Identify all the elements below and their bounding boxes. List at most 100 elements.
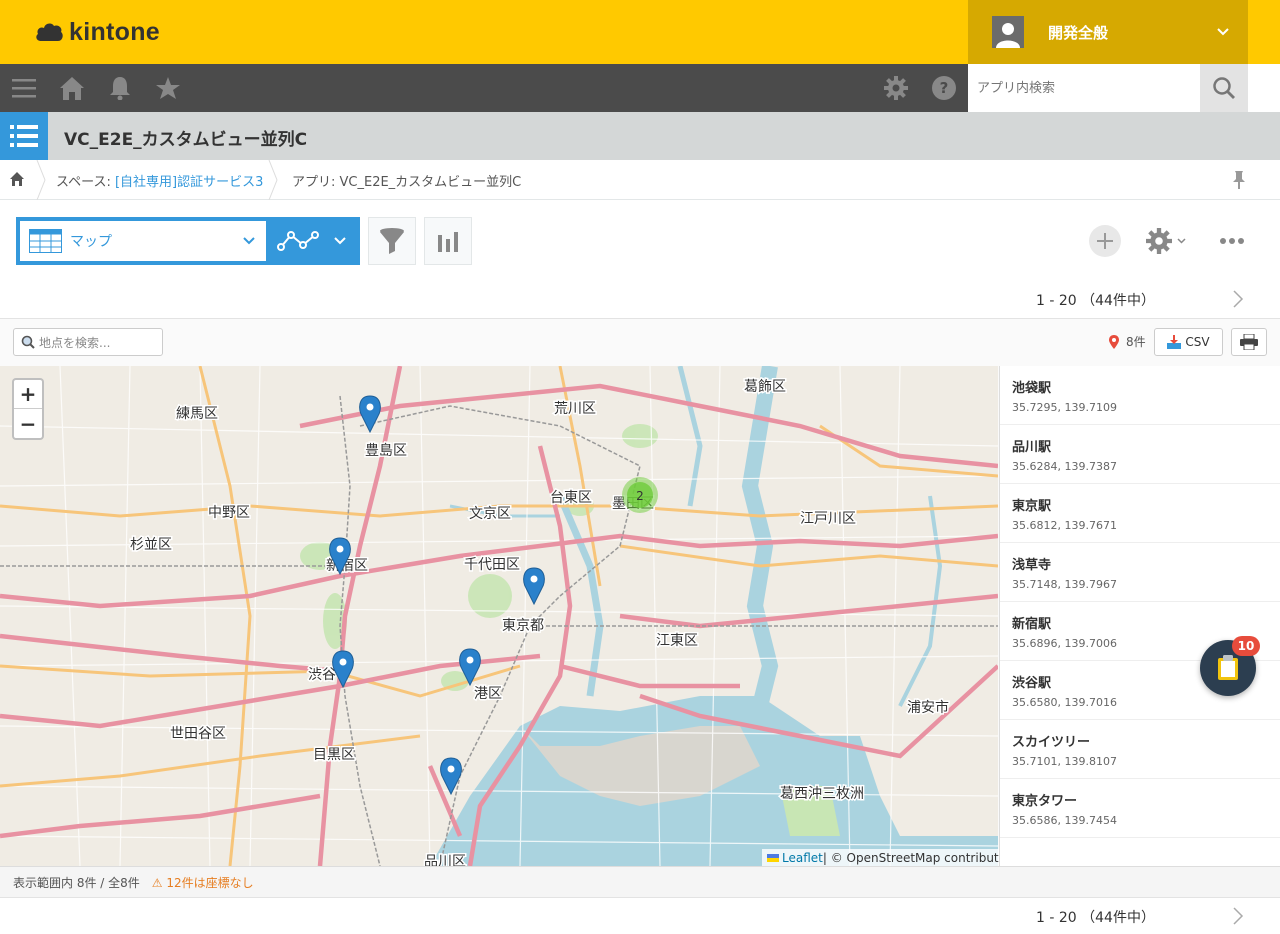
list-item[interactable]: 東京タワー 35.6586, 139.7454: [1000, 779, 1280, 838]
svg-text:?: ?: [940, 79, 949, 97]
download-icon: [1167, 335, 1182, 349]
location-name: 池袋駅: [1012, 381, 1052, 396]
list-item[interactable]: スカイツリー 35.7101, 139.8107: [1000, 720, 1280, 779]
kintone-logo[interactable]: kintone: [34, 17, 160, 47]
location-coord: 35.7148, 139.7967: [1012, 578, 1117, 591]
pin-icon[interactable]: [1232, 171, 1246, 189]
user-menu[interactable]: 開発全般: [968, 0, 1248, 64]
location-coord: 35.6896, 139.7006: [1012, 637, 1117, 650]
chevron-down-icon: [1177, 238, 1186, 244]
home-small-icon[interactable]: [10, 172, 24, 186]
cloud-icon: [36, 23, 63, 41]
csv-label: CSV: [1185, 335, 1210, 349]
zoom-control: + −: [12, 378, 44, 440]
location-name: 新宿駅: [1012, 617, 1052, 632]
map-canvas[interactable]: 練馬区 豊島区 荒川区 葛飾区 中野区 文京区 台東区 墨田区 杉並区 新宿区 …: [0, 366, 998, 866]
user-avatar-icon: [992, 16, 1024, 48]
list-item[interactable]: 浅草寺 35.7148, 139.7967: [1000, 543, 1280, 602]
map-label-shinagawa: 品川区: [424, 854, 466, 866]
location-name: スカイツリー: [1012, 735, 1091, 750]
leaflet-link[interactable]: Leaflet: [782, 851, 823, 865]
map-label-taito: 台東区: [550, 490, 592, 506]
no-coordinates-warning: ⚠ 12件は座標なし: [151, 875, 254, 890]
printer-icon: [1240, 334, 1258, 350]
location-coord: 35.6580, 139.7016: [1012, 696, 1117, 709]
location-name: 渋谷駅: [1012, 676, 1052, 691]
list-item[interactable]: 東京駅 35.6812, 139.7671: [1000, 484, 1280, 543]
marker-count-text: 8件: [1126, 335, 1146, 349]
breadcrumb-separator: [268, 160, 278, 200]
list-item[interactable]: 池袋駅 35.7295, 139.7109: [1000, 366, 1280, 425]
notification-badge: 10: [1232, 636, 1260, 656]
map-status-bar: 表示範囲内 8件 / 全8件 ⚠ 12件は座標なし: [0, 866, 1280, 897]
location-coord: 35.7101, 139.8107: [1012, 755, 1117, 768]
add-record-button[interactable]: [1089, 225, 1121, 257]
breadcrumb-space-link[interactable]: [自社専用]認証サービス3: [115, 175, 263, 190]
range-count-text: 表示範囲内 8件 / 全8件: [13, 875, 140, 890]
zoom-out-button[interactable]: −: [14, 409, 42, 438]
filter-icon: [380, 228, 404, 254]
view-select[interactable]: マップ: [20, 221, 266, 261]
cluster-marker[interactable]: 2: [622, 477, 658, 513]
home-icon[interactable]: [60, 76, 84, 100]
logo-text: kintone: [69, 17, 160, 46]
star-icon[interactable]: [156, 76, 180, 100]
plus-icon: [1097, 233, 1113, 249]
app-list-icon[interactable]: [0, 112, 48, 160]
map-label-minato: 港区: [474, 686, 502, 702]
zoom-in-button[interactable]: +: [14, 380, 42, 409]
print-button[interactable]: [1231, 328, 1267, 356]
map-label-koto: 江東区: [656, 633, 698, 649]
bell-icon[interactable]: [108, 76, 132, 100]
filter-button[interactable]: [368, 217, 416, 265]
map-attribution: Leaflet | © OpenStreetMap contributors: [762, 849, 1023, 866]
map-label-arakawa: 荒川区: [554, 401, 596, 417]
table-icon: [29, 229, 62, 253]
location-coord: 35.6284, 139.7387: [1012, 460, 1117, 473]
map-label-chiyoda: 千代田区: [464, 557, 520, 573]
csv-export-button[interactable]: CSV: [1154, 328, 1223, 356]
gear-icon[interactable]: [884, 76, 908, 100]
app-search: [968, 64, 1280, 112]
location-name: 東京タワー: [1012, 794, 1078, 809]
search-icon: [21, 335, 35, 349]
gear-icon: [1146, 228, 1172, 254]
map-label-setagaya: 世田谷区: [170, 726, 226, 742]
location-search-placeholder: 地点を検索...: [39, 335, 111, 350]
help-icon[interactable]: ?: [932, 76, 956, 100]
location-name: 東京駅: [1012, 499, 1052, 514]
search-icon: [1213, 77, 1235, 99]
map-label-urayasu: 浦安市: [907, 699, 949, 716]
map-label-katsushika: 葛飾区: [744, 379, 786, 395]
map-label-meguro: 目黒区: [313, 747, 355, 763]
attribution-text: | © OpenStreetMap contributors: [822, 850, 1018, 865]
settings-menu-button[interactable]: [1146, 228, 1186, 254]
map-label-toshima: 豊島区: [365, 443, 407, 459]
cluster-count: 2: [636, 489, 644, 503]
pagination-info-top: 1 - 20 （44件中）: [1036, 293, 1155, 309]
chevron-down-icon: [1217, 28, 1229, 36]
map-label-bunkyo: 文京区: [469, 506, 511, 522]
clipboard-icon: [1218, 655, 1238, 680]
list-item[interactable]: 品川駅 35.6284, 139.7387: [1000, 425, 1280, 484]
user-name: 開発全般: [1048, 23, 1109, 42]
next-page-icon[interactable]: [1232, 290, 1244, 308]
more-options-icon[interactable]: [1219, 237, 1245, 245]
map-label-tokyo: 東京都: [502, 618, 544, 634]
breadcrumb-app: アプリ: VC_E2E_カスタムビュー並列C: [292, 175, 522, 190]
graph-button[interactable]: [424, 217, 472, 265]
breadcrumb-separator: [36, 160, 46, 200]
map-label-suginami: 杉並区: [130, 537, 172, 553]
app-search-input[interactable]: [968, 64, 1200, 112]
view-name: マップ: [70, 234, 112, 250]
graph-select[interactable]: [272, 221, 356, 261]
app-title: VC_E2E_カスタムビュー並列C: [64, 130, 308, 150]
location-search-input[interactable]: 地点を検索...: [13, 328, 163, 356]
location-coord: 35.7295, 139.7109: [1012, 401, 1117, 414]
next-page-icon[interactable]: [1232, 907, 1244, 925]
map-label-nerima: 練馬区: [176, 406, 218, 422]
breadcrumb-space-prefix: スペース:: [56, 175, 115, 190]
map-tiles: 練馬区 豊島区 荒川区 葛飾区 中野区 文京区 台東区 墨田区 杉並区 新宿区 …: [0, 366, 998, 866]
search-button[interactable]: [1200, 64, 1248, 112]
menu-icon[interactable]: [12, 76, 36, 100]
